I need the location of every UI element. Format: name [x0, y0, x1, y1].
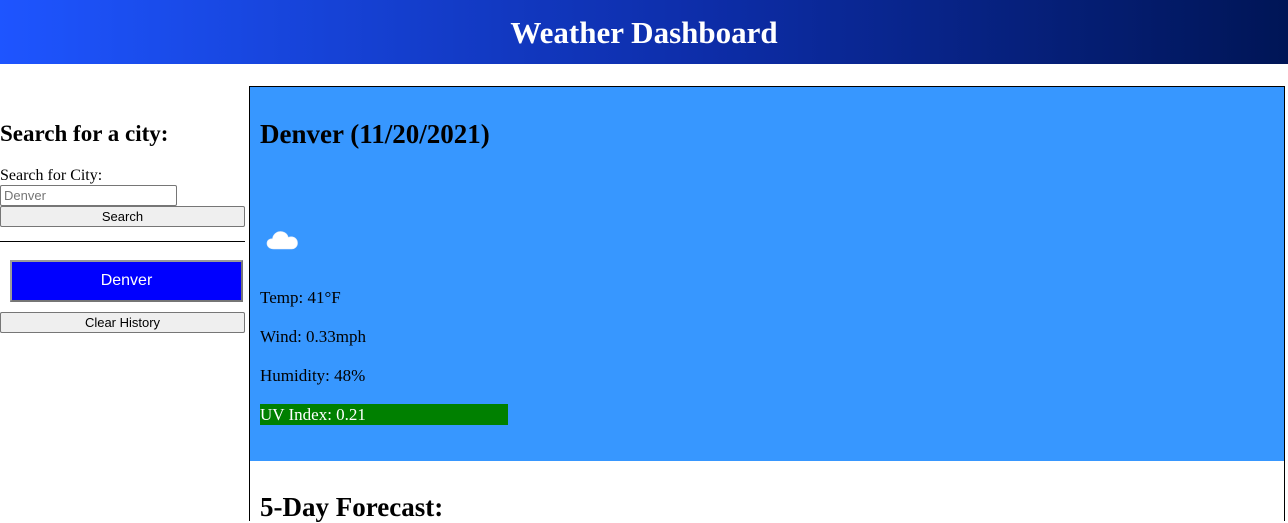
cloud-icon	[266, 231, 298, 250]
sidebar-divider	[0, 241, 245, 242]
city-date-title: Denver (11/20/2021)	[260, 119, 490, 149]
humidity-value: Humidity: 48%	[260, 366, 366, 385]
temperature-value: Temp: 41°F	[260, 288, 341, 307]
app-header: Weather Dashboard	[0, 0, 1288, 64]
page-title: Weather Dashboard	[510, 14, 778, 50]
wind-value: Wind: 0.33mph	[260, 327, 367, 346]
city-search-input[interactable]	[0, 185, 177, 206]
search-label: Search for City:	[0, 167, 103, 184]
forecast-title: 5-Day Forecast:	[260, 492, 444, 522]
history-item-denver[interactable]: Denver	[10, 260, 243, 302]
current-weather-panel: Denver (11/20/2021) Temp: 41°F Wind: 0.3…	[249, 86, 1285, 462]
clear-history-button[interactable]: Clear History	[0, 312, 245, 333]
search-heading: Search for a city:	[0, 121, 169, 146]
search-button[interactable]: Search	[0, 206, 245, 227]
uv-index-badge: UV Index: 0.21	[260, 404, 508, 425]
forecast-section: 5-Day Forecast:	[249, 461, 1285, 522]
